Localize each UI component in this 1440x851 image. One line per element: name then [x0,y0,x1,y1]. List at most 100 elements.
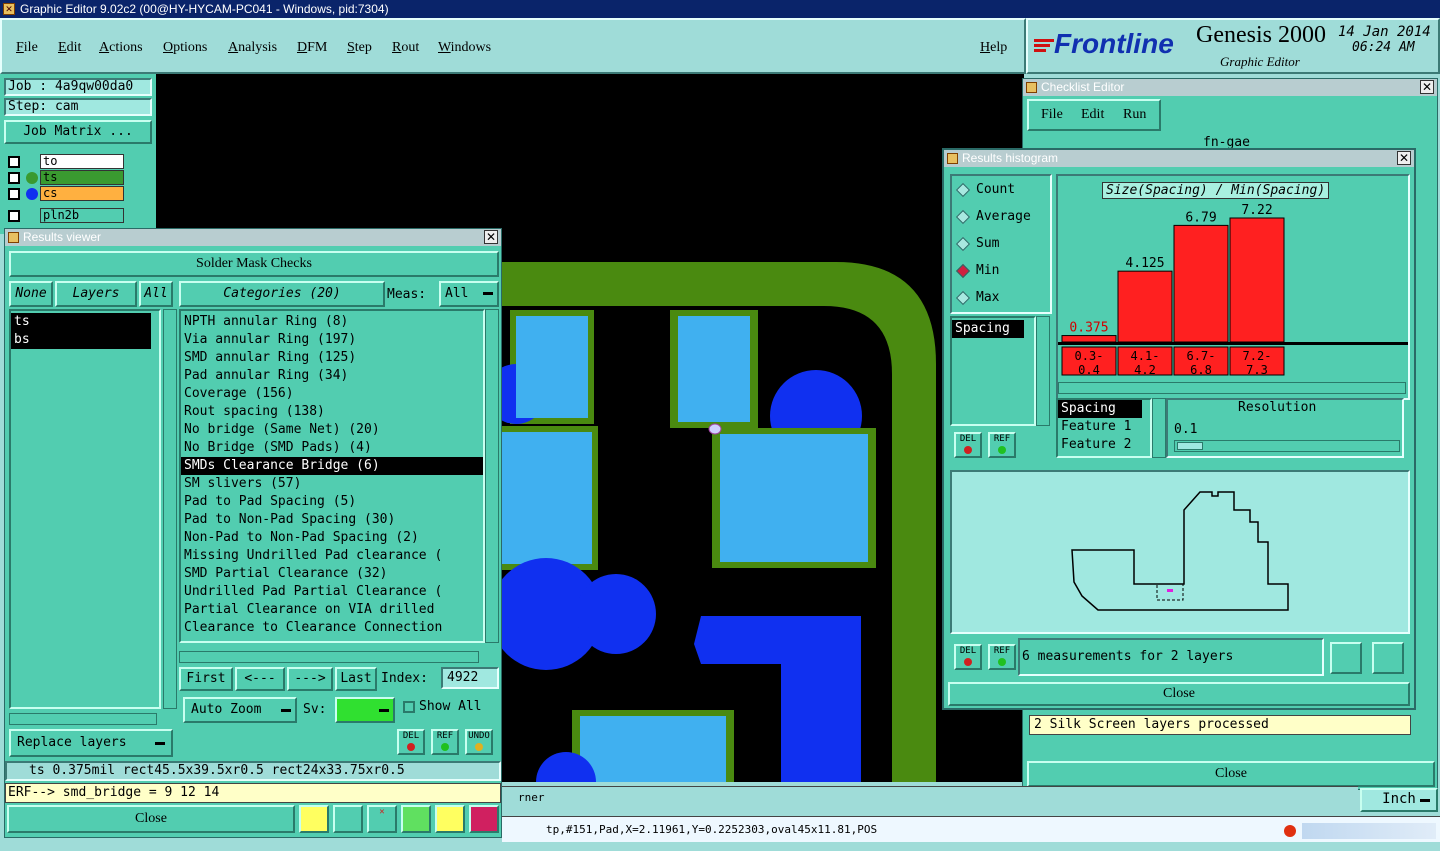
none-button[interactable]: None [9,281,53,307]
tool-icon-4[interactable] [401,805,431,833]
close-icon[interactable]: ✕ [484,230,498,244]
layer-row-pln2b[interactable]: pln2b [4,208,128,224]
radio-min[interactable]: Min [954,261,1044,281]
measure-list-scrollbar[interactable] [1036,316,1050,426]
index-input[interactable]: 4922 [441,667,499,689]
zoom-chart-icon[interactable] [1330,642,1362,674]
auto-zoom-dropdown[interactable]: Auto Zoom [183,697,297,723]
meas-dropdown[interactable]: All [439,281,499,307]
units-dropdown[interactable]: Inch [1360,788,1438,812]
close-icon[interactable]: ✕ [1397,151,1411,165]
radio-average[interactable]: Average [954,207,1044,227]
resolution-slider[interactable] [1174,440,1400,452]
category-item[interactable]: Clearance to Clearance Connection [181,619,483,637]
menu-file[interactable]: File [16,40,38,56]
ime-icon[interactable] [1284,825,1296,837]
category-item[interactable]: Coverage (156) [181,385,483,403]
checklist-menu-run[interactable]: Run [1123,107,1146,123]
menu-dfm[interactable]: DFM [297,40,327,56]
chart-hscrollbar[interactable] [1058,382,1406,394]
radio-max[interactable]: Max [954,288,1044,308]
list-item[interactable]: Spacing [952,320,1024,338]
category-item[interactable]: Pad annular Ring (34) [181,367,483,385]
close-button[interactable]: Close [7,805,295,833]
menu-options[interactable]: Options [163,40,207,56]
menu-rout[interactable]: Rout [392,40,419,56]
category-item[interactable]: NPTH annular Ring (8) [181,313,483,331]
layer-results-list[interactable]: ts bs [9,309,161,709]
category-item[interactable]: SMDs Clearance Bridge (6) [181,457,483,475]
layer-checkbox[interactable] [8,210,20,222]
checklist-close-button[interactable]: Close [1027,761,1435,787]
layer-checkbox[interactable] [8,188,20,200]
tool-icon-5[interactable] [435,805,465,833]
layer-row-ts[interactable]: ts [4,170,128,186]
menu-step[interactable]: Step [347,40,372,56]
menu-analysis[interactable]: Analysis [228,40,277,56]
field-list[interactable]: Spacing Feature 1 Feature 2 [1056,398,1152,458]
first-button[interactable]: First [179,667,233,691]
categories-list[interactable]: NPTH annular Ring (8) Via annular Ring (1… [179,309,485,643]
category-item[interactable]: No Bridge (SMD Pads) (4) [181,439,483,457]
category-item[interactable]: Non-Pad to Non-Pad Spacing (2) [181,529,483,547]
layer-row-to[interactable]: to [4,154,128,170]
radio-sum[interactable]: Sum [954,234,1044,254]
show-all-checkbox[interactable] [403,701,415,713]
del-button[interactable]: DEL [397,729,425,755]
histogram-close-button[interactable]: Close [948,682,1410,706]
category-item[interactable]: No bridge (Same Net) (20) [181,421,483,439]
slider-thumb[interactable] [1177,442,1203,450]
next-button[interactable]: ---> [287,667,333,691]
solder-mask-checks-button[interactable]: Solder Mask Checks [9,251,499,277]
category-item[interactable]: Partial Clearance on VIA drilled [181,601,483,619]
checklist-menu-edit[interactable]: Edit [1081,107,1104,123]
chart-icon[interactable] [469,805,499,833]
field-list-scrollbar[interactable] [1152,398,1166,458]
tool-icon-2[interactable] [333,805,363,833]
job-matrix-button[interactable]: Job Matrix ... [4,120,152,144]
close-icon[interactable]: ✕ [1420,80,1434,94]
list-item[interactable]: bs [11,331,151,349]
menu-help[interactable]: Help [980,40,1007,56]
prev-button[interactable]: <--- [235,667,285,691]
layer-list-hscrollbar[interactable] [9,713,157,725]
undo-button[interactable]: UNDO [465,729,493,755]
category-item[interactable]: Pad to Non-Pad Spacing (30) [181,511,483,529]
measure-list[interactable]: Spacing [950,316,1036,426]
list-item[interactable]: Feature 2 [1058,436,1150,454]
categories-hscrollbar[interactable] [179,651,479,663]
menu-edit[interactable]: Edit [58,40,81,56]
layer-list-scrollbar[interactable] [163,309,177,709]
category-item[interactable]: Undrilled Pad Partial Clearance ( [181,583,483,601]
checklist-menu-file[interactable]: File [1041,107,1063,123]
all-button[interactable]: All [139,281,173,307]
layers-button[interactable]: Layers [55,281,137,307]
last-button[interactable]: Last [335,667,377,691]
preview-del-button[interactable]: DEL [954,644,982,670]
category-item[interactable]: Missing Undrilled Pad clearance ( [181,547,483,565]
category-item[interactable]: SMD Partial Clearance (32) [181,565,483,583]
sv-color-dropdown[interactable] [335,697,395,723]
list-item[interactable]: Feature 1 [1058,418,1150,436]
list-item[interactable]: ts [11,313,151,331]
list-item[interactable]: Spacing [1058,400,1142,418]
category-item[interactable]: Rout spacing (138) [181,403,483,421]
zoom-out-chart-icon[interactable] [1372,642,1404,674]
layer-checkbox[interactable] [8,172,20,184]
layer-row-cs[interactable]: cs [4,186,128,202]
histogram-bar[interactable] [1229,217,1285,343]
ref-button[interactable]: REF [431,729,459,755]
replace-layers-dropdown[interactable]: Replace layers [9,729,173,757]
histogram-bar[interactable] [1061,335,1117,343]
categories-scrollbar[interactable] [485,309,499,643]
radio-count[interactable]: Count [954,180,1044,200]
categories-button[interactable]: Categories (20) [179,281,385,307]
tool-icon-1[interactable] [299,805,329,833]
layer-checkbox[interactable] [8,156,20,168]
hist-del-button[interactable]: DEL [954,432,982,458]
category-item[interactable]: Via annular Ring (197) [181,331,483,349]
hist-ref-button[interactable]: REF [988,432,1016,458]
histogram-bar[interactable] [1117,270,1173,343]
category-item[interactable]: Pad to Pad Spacing (5) [181,493,483,511]
category-item[interactable]: SMD annular Ring (125) [181,349,483,367]
